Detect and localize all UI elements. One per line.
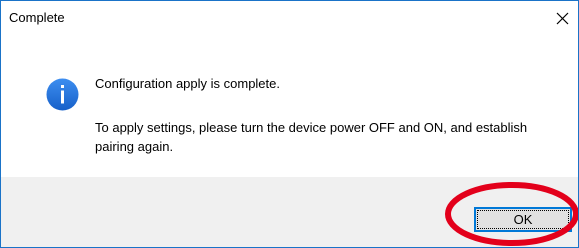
window-title: Complete (9, 10, 65, 25)
close-icon (556, 12, 569, 25)
message-line-2: To apply settings, please turn the devic… (95, 120, 528, 154)
message-line-1: Configuration apply is complete. (95, 76, 280, 91)
close-button[interactable] (548, 1, 578, 35)
info-icon (46, 78, 79, 111)
title-bar: Complete (1, 1, 578, 35)
ok-button[interactable]: OK (474, 207, 572, 232)
